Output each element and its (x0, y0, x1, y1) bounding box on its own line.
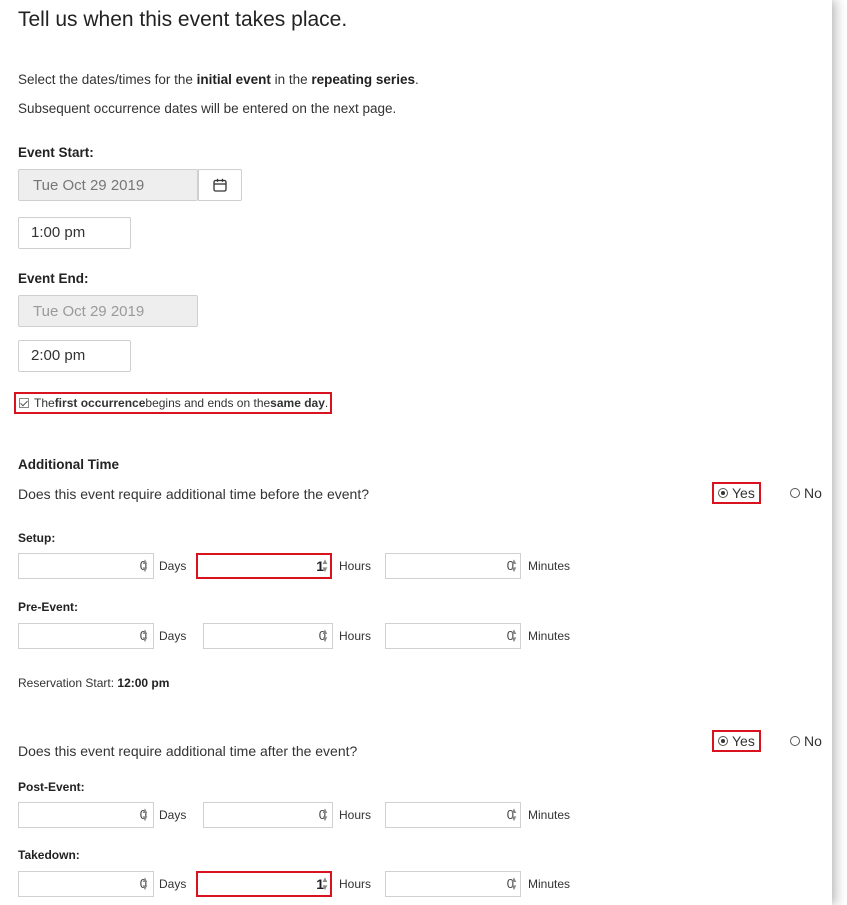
post-event-days-input[interactable]: 0 (18, 802, 154, 828)
before-question: Does this event require additional time … (18, 486, 369, 502)
hours-unit: Hours (339, 808, 372, 822)
after-no-radio[interactable]: No (790, 733, 822, 749)
setup-minutes-stepper[interactable]: ▲ ▼ (507, 554, 521, 578)
takedown-hours-stepper[interactable]: ▲ ▼ (318, 872, 332, 896)
pre-event-minutes-input[interactable]: 0 (385, 623, 521, 649)
post-event-days-stepper[interactable]: ▲ ▼ (138, 803, 152, 827)
pre-event-minutes-stepper[interactable]: ▲ ▼ (507, 624, 521, 648)
same-day-checkbox[interactable] (19, 398, 29, 408)
minutes-unit: Minutes (528, 629, 571, 643)
event-time-panel: Tell us when this event takes place. Sel… (0, 0, 832, 905)
hours-unit: Hours (339, 877, 372, 891)
setup-hours-input[interactable]: 1 (196, 553, 332, 579)
days-unit: Days (159, 877, 187, 891)
takedown-hours-input[interactable]: 1 (196, 871, 332, 897)
pre-event-days-stepper[interactable]: ▲ ▼ (138, 624, 152, 648)
same-day-checkbox-row[interactable]: The first occurrence begins and ends on … (14, 392, 333, 414)
event-end-date-field: Tue Oct 29 2019 (18, 295, 198, 327)
before-no-radio[interactable]: No (790, 485, 822, 501)
post-event-minutes-input[interactable]: 0 (385, 802, 521, 828)
minutes-unit: Minutes (528, 559, 571, 573)
setup-days-stepper[interactable]: ▲ ▼ (138, 554, 152, 578)
post-event-label: Post-Event: (18, 780, 85, 794)
radio-selected-icon (718, 736, 728, 746)
event-start-time-field[interactable]: 1:00 pm (18, 217, 131, 249)
setup-minutes-input[interactable]: 0 (385, 553, 521, 579)
setup-label: Setup: (18, 531, 56, 545)
post-event-hours-stepper[interactable]: ▲ ▼ (318, 803, 332, 827)
takedown-label: Takedown: (18, 848, 80, 862)
radio-unselected-icon (790, 736, 800, 746)
event-start-label: Event Start: (18, 145, 94, 160)
days-unit: Days (159, 808, 187, 822)
event-start-date-field[interactable]: Tue Oct 29 2019 (18, 169, 198, 201)
event-end-time-field[interactable]: 2:00 pm (18, 340, 131, 372)
additional-time-heading: Additional Time (18, 457, 120, 472)
post-event-minutes-stepper[interactable]: ▲ ▼ (507, 803, 521, 827)
reservation-start: Reservation Start: 12:00 pm (18, 676, 170, 690)
pre-event-label: Pre-Event: (18, 600, 79, 614)
event-end-label: Event End: (18, 271, 89, 286)
takedown-minutes-input[interactable]: 0 (385, 871, 521, 897)
after-yes-radio[interactable]: Yes (712, 730, 761, 752)
post-event-hours-input[interactable]: 0 (203, 802, 333, 828)
minutes-unit: Minutes (528, 877, 571, 891)
before-yes-radio[interactable]: Yes (712, 482, 761, 504)
after-question: Does this event require additional time … (18, 743, 358, 759)
intro-line-2: Subsequent occurrence dates will be ente… (18, 101, 397, 116)
takedown-minutes-stepper[interactable]: ▲ ▼ (507, 872, 521, 896)
days-unit: Days (159, 559, 187, 573)
calendar-button[interactable] (198, 169, 242, 201)
takedown-days-input[interactable]: 0 (18, 871, 154, 897)
hours-unit: Hours (339, 629, 372, 643)
pre-event-days-input[interactable]: 0 (18, 623, 154, 649)
setup-hours-stepper[interactable]: ▲ ▼ (318, 554, 332, 578)
pre-event-hours-input[interactable]: 0 (203, 623, 333, 649)
radio-unselected-icon (790, 488, 800, 498)
setup-days-input[interactable]: 0 (18, 553, 154, 579)
intro-line-1: Select the dates/times for the initial e… (18, 72, 419, 87)
radio-selected-icon (718, 488, 728, 498)
hours-unit: Hours (339, 559, 372, 573)
days-unit: Days (159, 629, 187, 643)
pre-event-hours-stepper[interactable]: ▲ ▼ (318, 624, 332, 648)
takedown-days-stepper[interactable]: ▲ ▼ (138, 872, 152, 896)
calendar-icon (213, 178, 227, 192)
page-title: Tell us when this event takes place. (18, 8, 348, 31)
minutes-unit: Minutes (528, 808, 571, 822)
